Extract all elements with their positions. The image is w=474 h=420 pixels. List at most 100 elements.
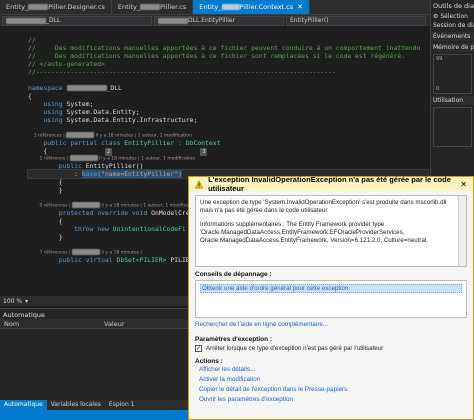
autos-header: Nom Valeur [0, 319, 190, 329]
chevron-down-icon[interactable]: ▾ [25, 298, 28, 305]
base-argument: ("name=EntityPillier") [97, 170, 182, 178]
troubleshoot-list[interactable]: Obtenir une aide d'ordre général pour ce… [195, 280, 467, 318]
copy-exception-link[interactable]: Copier le détail de l'exception dans le … [199, 385, 467, 395]
using-target: System.Data.Entity.Infrastructure; [66, 116, 198, 124]
code-line: using System.Data.Entity.Infrastructure; [28, 116, 428, 124]
redacted-text [221, 4, 240, 10]
keyword: public virtual [58, 256, 113, 264]
autos-col-value[interactable]: Valeur [100, 319, 129, 328]
redacted-text [140, 4, 161, 10]
search-online-row: Rechercher de l'aide en ligne complément… [189, 318, 473, 332]
diag-session: Session de dia [433, 22, 474, 29]
class-label: DLL.EntityPillier [188, 17, 236, 24]
exception-header: L'exception InvalidOperationException n'… [189, 175, 473, 193]
codelens-refs[interactable]: 0 références | [39, 204, 70, 209]
codelens-refs[interactable]: 3 références | [34, 134, 65, 139]
dbset-name: PILIE [170, 256, 190, 264]
exception-type: UnintentionalCodeFi [112, 225, 186, 233]
tab-designer[interactable]: Entity_ Pillier.Designer.cs [0, 0, 112, 14]
keyword: using [43, 116, 63, 124]
close-icon[interactable]: ✕ [460, 180, 467, 189]
memory-top-value: 99 [436, 56, 443, 62]
zoom-level[interactable]: 100 % [3, 298, 22, 305]
exception-settings-heading: Paramètres d'exception : [195, 336, 273, 343]
gear-icon: ⚙ [433, 13, 439, 20]
member-label: EntityPillier() [290, 17, 329, 24]
memory-bottom-value: 0 [436, 86, 440, 92]
code-line: using System.Data.Entity; [28, 108, 428, 116]
using-target: System; [66, 100, 94, 108]
codelens-refs[interactable]: 7 références | [39, 251, 70, 256]
tab-context[interactable]: Entity_ Pillier.Context.cs ✕ [193, 0, 311, 14]
codelens-info[interactable]: il y a 18 minutes | 1 auteur, 1 modifica… [96, 134, 192, 139]
code-line: using System; [28, 100, 428, 108]
member-dropdown[interactable]: EntityPillier() [286, 15, 426, 26]
method-name: OnModelCre [151, 209, 190, 217]
debug-tabstrip: Automatique Variables locales Espion 1 [0, 400, 190, 410]
class-dropdown[interactable]: DLL.EntityPillier [154, 15, 284, 26]
code-line: //--------------------------------------… [28, 68, 336, 76]
keyword: using [43, 108, 63, 116]
keyword: base [81, 170, 98, 178]
codelens-ctor[interactable]: 1 référence | il y a 18 minutes | 1 aute… [28, 155, 428, 162]
codelens-refs[interactable]: 1 référence | [39, 157, 68, 162]
open-exception-settings-link[interactable]: Ouvrir les paramètres d'exception [199, 395, 467, 405]
diag-title: Outils de diag [433, 2, 474, 10]
break-when-unhandled-checkbox[interactable]: ✓ Arrêter lorsque ce type d'exception n'… [189, 343, 473, 354]
codelens-info[interactable]: il y a 18 minutes | 1 auteur, 1 modifica… [101, 204, 197, 209]
tab-pillier-prefix: Entity_ [117, 3, 141, 11]
exception-message: Une exception de type 'System.InvalidOpe… [200, 199, 447, 214]
redacted-text [69, 155, 98, 161]
autos-window: Automatique Nom Valeur [0, 308, 190, 408]
code-line: public partial class EntityPillier : DbC… [28, 139, 428, 147]
keyword: protected override void [58, 209, 148, 217]
tab-watch[interactable]: Espion 1 [105, 400, 139, 410]
tab-pillier[interactable]: Entity_ Pillier.cs [112, 0, 194, 14]
cpu-graph [433, 107, 472, 147]
checkbox-checked-icon[interactable]: ✓ [195, 345, 202, 352]
project-dropdown[interactable]: _DLL [2, 15, 152, 26]
code-line: // Des modifications manuelles apportées… [28, 44, 421, 52]
codelens-info[interactable]: il y a 18 minutes | [101, 251, 142, 256]
close-tab-icon[interactable]: ✕ [297, 3, 303, 11]
code-line: // [28, 36, 36, 44]
diag-select[interactable]: ⚙ Sélection [431, 12, 474, 21]
diag-memory[interactable]: Mémoire de p [431, 43, 474, 52]
tab-locals[interactable]: Variables locales [47, 400, 105, 410]
memory-graph: 99 0 [433, 54, 472, 94]
keyword: throw new [74, 225, 109, 233]
tab-designer-prefix: Entity_ [6, 3, 29, 11]
keyword: using [43, 100, 63, 108]
diag-events[interactable]: Événements [431, 32, 474, 41]
autos-col-name[interactable]: Nom [0, 319, 100, 328]
tab-autos[interactable]: Automatique [0, 400, 47, 410]
autos-title: Automatique [3, 311, 46, 319]
ctor-name: EntityPillier() [85, 162, 144, 170]
code-line: { [28, 92, 32, 100]
redacted-text [6, 17, 46, 24]
codelens-info[interactable]: il y a 18 minutes | 1 auteur, 1 modifica… [99, 157, 195, 162]
diag-cpu[interactable]: Utilisation [431, 96, 474, 105]
tab-context-prefix: Entity_ [199, 3, 222, 11]
tab-pillier-suffix: Pillier.cs [160, 3, 187, 11]
dbset-type: DbSet<PILIER> [116, 256, 167, 264]
exception-additional-info: Informations supplémentaires : The Entit… [200, 221, 429, 244]
troubleshoot-tip-link[interactable]: Obtenir une aide d'ordre général pour ce… [200, 284, 462, 293]
redacted-text [66, 85, 107, 91]
actions-list: Afficher les détails... Activer la modif… [189, 365, 473, 405]
warning-icon [195, 179, 204, 188]
exception-details[interactable]: Une exception de type 'System.InvalidOpe… [195, 195, 467, 267]
redacted-text [71, 202, 100, 208]
actions-heading: Actions : [195, 358, 223, 365]
keyword: namespace [28, 84, 63, 92]
codelens-class[interactable]: 3 références | il y a 18 minutes | 1 aut… [28, 132, 428, 139]
search-online-link[interactable]: Rechercher de l'aide en ligne complément… [195, 320, 467, 330]
keyword: public partial class [43, 139, 121, 147]
redacted-text [66, 132, 95, 138]
view-detail-link[interactable]: Afficher les détails... [199, 365, 467, 375]
enable-editing-link[interactable]: Activer la modification [199, 375, 467, 385]
break-when-unhandled-label: Arrêter lorsque ce type d'exception n'es… [206, 345, 384, 352]
details-scrollbar[interactable] [458, 196, 466, 266]
